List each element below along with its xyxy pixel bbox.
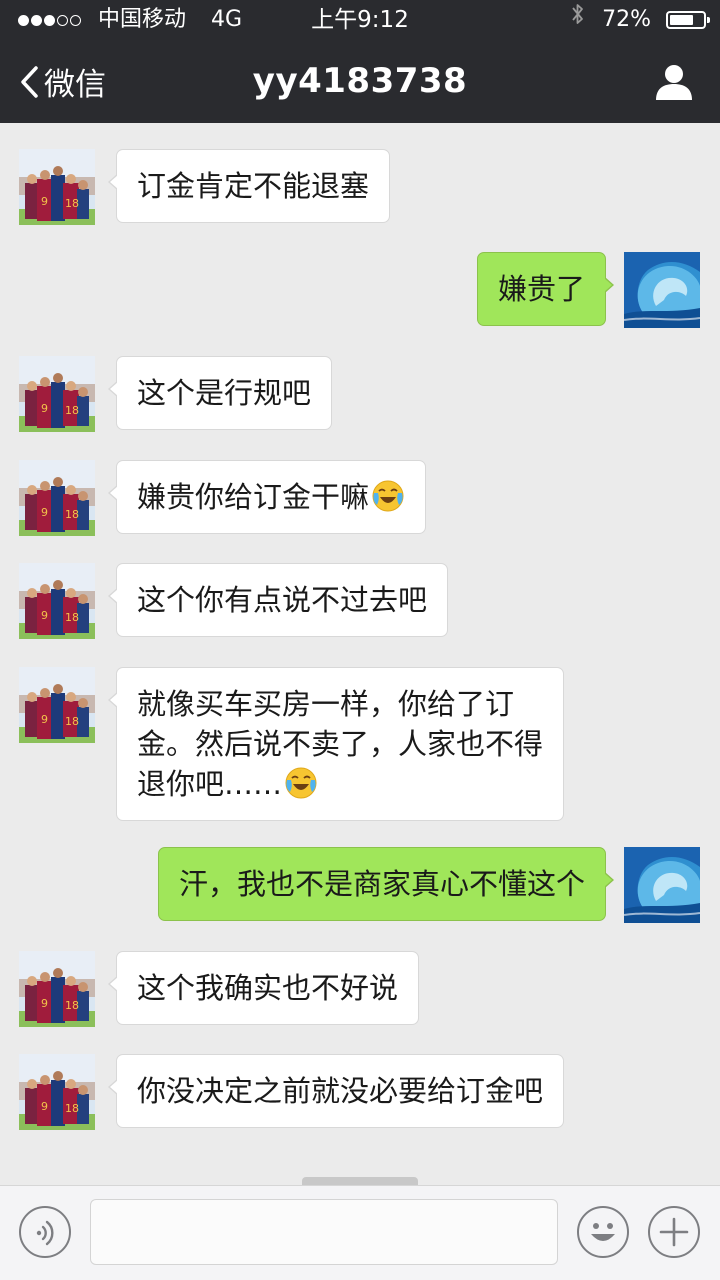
contact-avatar[interactable]: 9 18	[19, 460, 95, 536]
svg-text:18: 18	[65, 197, 79, 210]
crying-laughing-emoji	[285, 767, 317, 799]
svg-text:9: 9	[41, 997, 48, 1010]
message-text: 就像买车买房一样，你给了订 金。然后说不卖了，人家也不得 退你吧……	[137, 687, 544, 801]
my-avatar[interactable]	[624, 252, 700, 328]
contact-avatar[interactable]: 9 18	[19, 563, 95, 639]
message-bubble[interactable]: 嫌贵了	[476, 252, 615, 326]
message-text: 订金肯定不能退塞	[137, 169, 370, 203]
message-list[interactable]: 9 18 订金肯定不能退塞嫌贵了 9 18 这个是行规吧 9 18 嫌贵你给订金干嘛 9 18 这个你…	[0, 123, 720, 1183]
status-right: 72%	[571, 0, 710, 40]
person-icon	[656, 65, 692, 100]
svg-text:18: 18	[65, 611, 79, 624]
svg-text:18: 18	[65, 508, 79, 521]
svg-text:18: 18	[65, 404, 79, 417]
message-text: 嫌贵了	[497, 272, 585, 306]
scroll-indicator	[302, 1177, 418, 1185]
profile-button[interactable]	[654, 62, 694, 102]
svg-text:18: 18	[65, 999, 79, 1012]
chevron-left-icon	[21, 65, 38, 98]
message-bubble[interactable]: 订金肯定不能退塞	[107, 149, 391, 223]
svg-text:18: 18	[65, 1102, 79, 1115]
voice-icon	[36, 1220, 54, 1246]
contact-avatar[interactable]: 9 18	[19, 951, 95, 1027]
message-text: 汗，我也不是商家真心不懂这个	[178, 867, 585, 901]
plus-icon	[659, 1217, 689, 1247]
message-text: 这个是行规吧	[137, 376, 312, 410]
message-bubble[interactable]: 这个我确实也不好说	[107, 951, 420, 1025]
message-bubble[interactable]: 就像买车买房一样，你给了订 金。然后说不卖了，人家也不得 退你吧……	[107, 667, 565, 821]
contact-avatar[interactable]: 9 18	[19, 356, 95, 432]
svg-text:9: 9	[41, 609, 48, 622]
message-text: 嫌贵你给订金干嘛	[137, 480, 370, 514]
back-button[interactable]: 微信	[18, 40, 106, 123]
message-bubble[interactable]: 你没决定之前就没必要给订金吧	[107, 1054, 565, 1128]
svg-text:9: 9	[41, 402, 48, 415]
my-avatar[interactable]	[624, 847, 700, 923]
message-text: 你没决定之前就没必要给订金吧	[137, 1074, 544, 1108]
crying-laughing-emoji	[372, 480, 404, 512]
svg-text:9: 9	[41, 713, 48, 726]
smiley-icon	[591, 1223, 615, 1241]
message-bubble[interactable]: 汗，我也不是商家真心不懂这个	[157, 847, 615, 921]
contact-avatar[interactable]: 9 18	[19, 1054, 95, 1130]
chat-title: yy4183738	[252, 61, 468, 101]
contact-avatar[interactable]: 9 18	[19, 667, 95, 743]
message-bubble[interactable]: 这个是行规吧	[107, 356, 333, 430]
battery-percent: 72%	[602, 7, 651, 32]
message-bubble[interactable]: 嫌贵你给订金干嘛	[107, 460, 427, 534]
wechat-chat-screen: 中国移动 4G 上午9:12 72% 微信 yy4183738 9 18 订金肯…	[0, 0, 720, 1280]
input-bar	[0, 1185, 720, 1280]
status-bar: 中国移动 4G 上午9:12 72%	[0, 0, 720, 40]
contact-avatar[interactable]: 9 18	[19, 149, 95, 225]
svg-text:9: 9	[41, 195, 48, 208]
svg-text:9: 9	[41, 506, 48, 519]
voice-button[interactable]	[19, 1206, 71, 1258]
navigation-bar: 微信 yy4183738	[0, 40, 720, 123]
message-text: 这个我确实也不好说	[137, 971, 399, 1005]
message-text: 这个你有点说不过去吧	[137, 583, 428, 617]
more-button[interactable]	[648, 1206, 700, 1258]
svg-text:9: 9	[41, 1100, 48, 1113]
back-label: 微信	[44, 67, 106, 103]
svg-text:18: 18	[65, 715, 79, 728]
bluetooth-icon	[571, 0, 585, 40]
emoji-button[interactable]	[577, 1206, 629, 1258]
message-bubble[interactable]: 这个你有点说不过去吧	[107, 563, 449, 637]
battery-icon	[666, 11, 710, 29]
message-input[interactable]	[90, 1199, 558, 1265]
